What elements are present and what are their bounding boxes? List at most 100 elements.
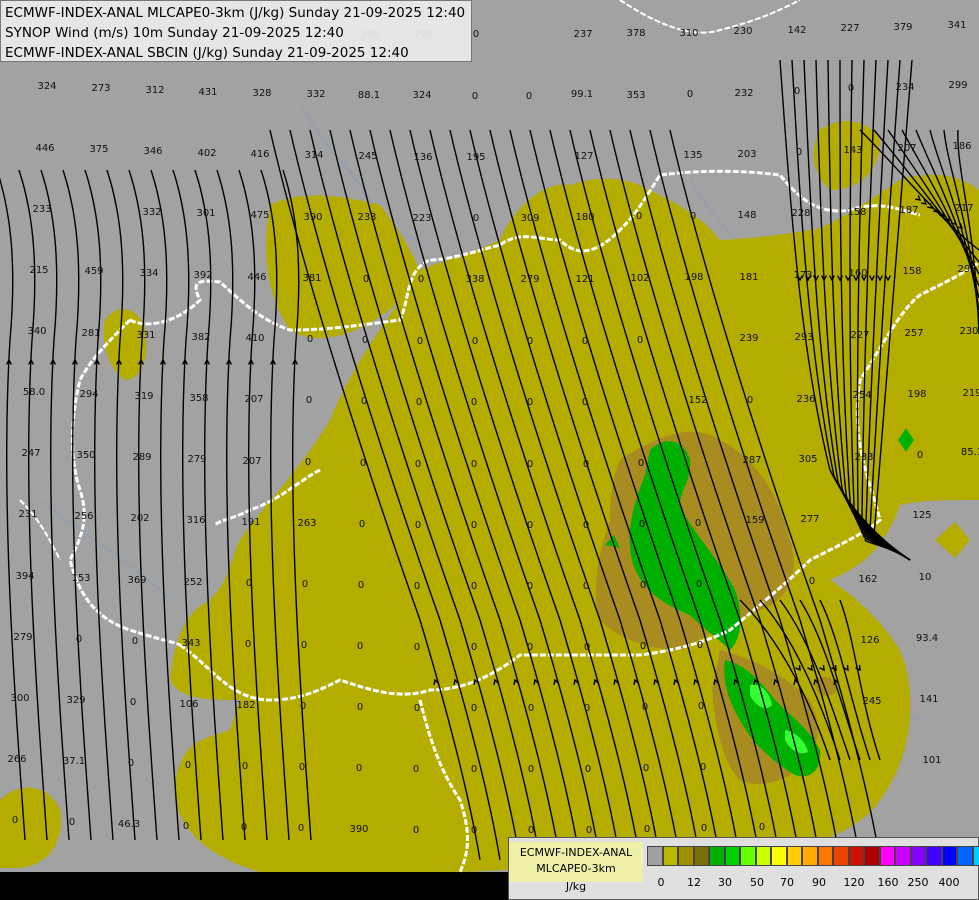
cin-value-label: 0	[416, 397, 422, 408]
cin-value-label: 207	[244, 394, 263, 405]
cin-value-label: 0	[415, 459, 421, 470]
cin-value-label: 0	[698, 701, 704, 712]
cin-value-label: 198	[907, 389, 926, 400]
cin-value-label: 475	[250, 210, 269, 221]
cin-value-label: 0	[305, 457, 311, 468]
cin-value-label: 299	[948, 80, 967, 91]
cin-value-label: 312	[145, 85, 164, 96]
cin-value-label: 0	[302, 579, 308, 590]
cin-value-label: 0	[130, 697, 136, 708]
cin-value-label: 392	[193, 270, 212, 281]
cin-value-label: 338	[465, 274, 484, 285]
cin-value-label: 0	[582, 336, 588, 347]
cin-value-label: 0	[526, 91, 532, 102]
cin-value-label: 381	[302, 273, 321, 284]
cin-value-label: 0	[471, 397, 477, 408]
cin-value-label: 446	[35, 143, 54, 154]
cin-value-label: 459	[84, 266, 103, 277]
cin-value-label: 0	[695, 518, 701, 529]
cin-value-label: 217	[954, 203, 973, 214]
cin-value-label: 375	[89, 144, 108, 155]
cin-value-label: 158	[902, 266, 921, 277]
cin-value-label: 331	[136, 330, 155, 341]
legend-name-line1: ECMWF-INDEX-ANAL	[519, 846, 633, 859]
cin-value-label: 233	[357, 212, 376, 223]
cin-value-label: 0	[357, 702, 363, 713]
legend-swatch	[755, 846, 771, 866]
legend-tick: 50	[750, 876, 764, 889]
cin-value-label: 332	[306, 89, 325, 100]
cin-value-label: 0	[471, 581, 477, 592]
legend-swatch	[693, 846, 709, 866]
cin-value-label: 0	[527, 459, 533, 470]
weather-map[interactable]: 324 273 312 431 328 332 88.1 324 0 0 99.1 353 0 232 0 0…	[0, 0, 979, 900]
cin-value-label: 0	[69, 817, 75, 828]
cin-value-label: 143	[843, 145, 862, 156]
cin-value-label: 198	[684, 272, 703, 283]
cin-value-label: 0	[418, 274, 424, 285]
cin-value-label: 0	[690, 211, 696, 222]
cin-value-label: 234	[895, 82, 914, 93]
legend-unit: J/kg	[565, 880, 587, 893]
cin-value-label: 245	[862, 696, 881, 707]
cin-value-label: 125	[912, 510, 931, 521]
legend-name-line2: MLCAPE0-3km	[536, 862, 616, 875]
cin-value-label: 0	[241, 822, 247, 833]
cin-value-label: 0	[471, 764, 477, 775]
cin-value-label: 233	[854, 452, 873, 463]
cin-value-label: 207	[242, 456, 261, 467]
cin-value-label: 0	[527, 397, 533, 408]
cin-value-label: 0	[301, 640, 307, 651]
cin-value-label: 0	[527, 336, 533, 347]
cin-value-label: 328	[252, 88, 271, 99]
cin-value-label: 378	[626, 28, 645, 39]
cin-value-label: 0	[583, 520, 589, 531]
cin-value-label: 254	[852, 390, 871, 401]
cin-value-label: 148	[737, 210, 756, 221]
cin-value-label: 101	[922, 755, 941, 766]
cin-value-label: 0	[759, 822, 765, 833]
legend-swatch	[740, 846, 756, 866]
cin-value-label: 46.3	[118, 819, 140, 830]
cin-value-label: 228	[791, 208, 810, 219]
cin-value-label: 0	[471, 825, 477, 836]
legend-swatch	[972, 846, 979, 866]
cin-value-label: 289	[132, 452, 151, 463]
cin-value-label: 0	[582, 397, 588, 408]
cin-value-label: 0	[701, 823, 707, 834]
cin-value-label: 187	[899, 205, 918, 216]
cin-value-label: 219	[962, 388, 979, 399]
legend-swatch	[833, 846, 849, 866]
legend-swatch	[848, 846, 864, 866]
cin-value-label: 394	[15, 571, 34, 582]
cin-value-label: 0	[794, 86, 800, 97]
cin-value-label: 0	[700, 762, 706, 773]
cin-value-label: 0	[585, 764, 591, 775]
cin-value-label: 334	[139, 268, 158, 279]
cin-value-label: 231	[18, 509, 37, 520]
cin-value-label: 0	[472, 336, 478, 347]
cin-value-label: 0	[644, 824, 650, 835]
title-box: ECMWF-INDEX-ANAL MLCAPE0-3km (J/kg) Sund…	[0, 0, 472, 62]
cin-value-label: 266	[7, 754, 26, 765]
legend-swatch	[786, 846, 802, 866]
cin-value-label: 0	[584, 703, 590, 714]
cape-title: ECMWF-INDEX-ANAL MLCAPE0-3km (J/kg) Sund…	[5, 5, 466, 21]
legend-swatch	[926, 846, 942, 866]
cin-value-label: 294	[79, 389, 98, 400]
cin-value-label: 0	[357, 641, 363, 652]
cin-value-label: 0	[640, 641, 646, 652]
legend-tick: 90	[812, 876, 826, 889]
cin-value-label: 121	[575, 274, 594, 285]
cin-value-label: 341	[947, 20, 966, 31]
wind-title: SYNOP Wind (m/s) 10m Sunday 21-09-2025 1…	[5, 25, 344, 41]
cin-value-label: 230	[733, 26, 752, 37]
cin-value-label: 0	[471, 642, 477, 653]
cin-value-label: 158	[847, 207, 866, 218]
legend-swatch	[709, 846, 725, 866]
cin-value-label: 152	[688, 395, 707, 406]
cin-value-label: 310	[679, 28, 698, 39]
cin-value-label: 0	[687, 89, 693, 100]
cin-value-label: 230	[959, 326, 978, 337]
cin-value-label: 0	[527, 520, 533, 531]
